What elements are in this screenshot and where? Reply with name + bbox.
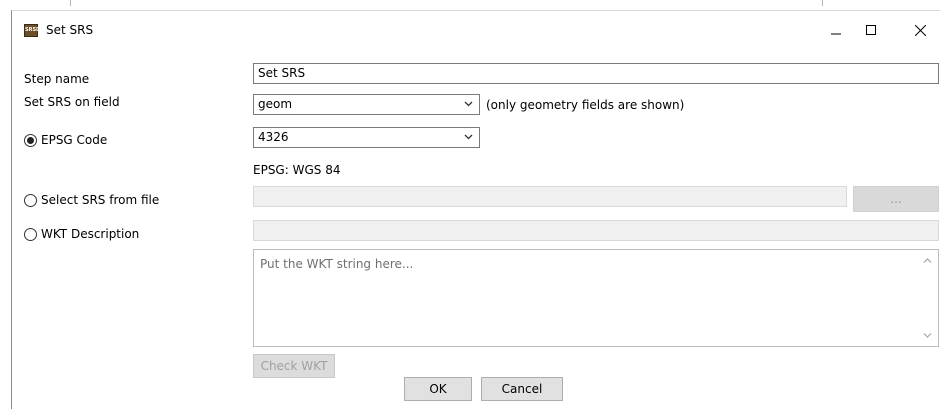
title-bar[interactable]: SRSD Set SRS <box>12 11 940 43</box>
chevron-down-icon <box>464 134 473 140</box>
background-window-edge <box>0 0 940 10</box>
srs-file-radio[interactable] <box>24 194 37 207</box>
check-wkt-button[interactable]: Check WKT <box>253 354 335 378</box>
wkt-placeholder: Put the WKT string here... <box>260 257 414 271</box>
scroll-down-icon[interactable] <box>923 332 932 339</box>
srs-field-select[interactable]: geom <box>253 94 480 115</box>
scroll-up-icon[interactable] <box>923 257 932 264</box>
maximize-button[interactable] <box>854 17 888 43</box>
cancel-button[interactable]: Cancel <box>481 377 563 401</box>
step-name-label: Step name <box>24 72 90 86</box>
maximize-icon <box>866 25 876 35</box>
close-icon <box>914 24 926 36</box>
browse-file-button[interactable]: ... <box>853 186 939 212</box>
window-title: Set SRS <box>46 23 94 37</box>
minimize-icon <box>831 33 841 35</box>
background-mark <box>822 0 823 6</box>
epsg-code-label: EPSG Code <box>41 133 108 147</box>
chevron-down-icon <box>464 101 473 107</box>
epsg-code-value: 4326 <box>258 130 289 144</box>
geometry-fields-note: (only geometry fields are shown) <box>486 98 685 112</box>
wkt-description-label: WKT Description <box>41 227 140 241</box>
ok-button[interactable]: OK <box>404 377 472 401</box>
epsg-description: EPSG: WGS 84 <box>253 163 341 177</box>
srs-field-label: Set SRS on field <box>24 95 120 109</box>
step-name-input[interactable]: Set SRS <box>253 63 939 84</box>
srs-field-value: geom <box>258 97 293 111</box>
srs-file-input[interactable] <box>253 186 847 207</box>
wkt-description-radio[interactable] <box>24 228 37 241</box>
background-mark <box>70 0 71 6</box>
close-button[interactable] <box>903 17 937 43</box>
epsg-code-select[interactable]: 4326 <box>253 127 480 148</box>
minimize-button[interactable] <box>819 17 853 43</box>
srs-file-label: Select SRS from file <box>41 193 160 207</box>
srs-app-icon: SRSD <box>24 24 40 37</box>
epsg-code-radio[interactable] <box>24 134 37 147</box>
wkt-name-input[interactable] <box>253 220 939 241</box>
wkt-string-textarea[interactable]: Put the WKT string here... <box>253 249 939 347</box>
set-srs-dialog: SRSD Set SRS Step name Set SRS Set SRS o… <box>11 10 940 409</box>
